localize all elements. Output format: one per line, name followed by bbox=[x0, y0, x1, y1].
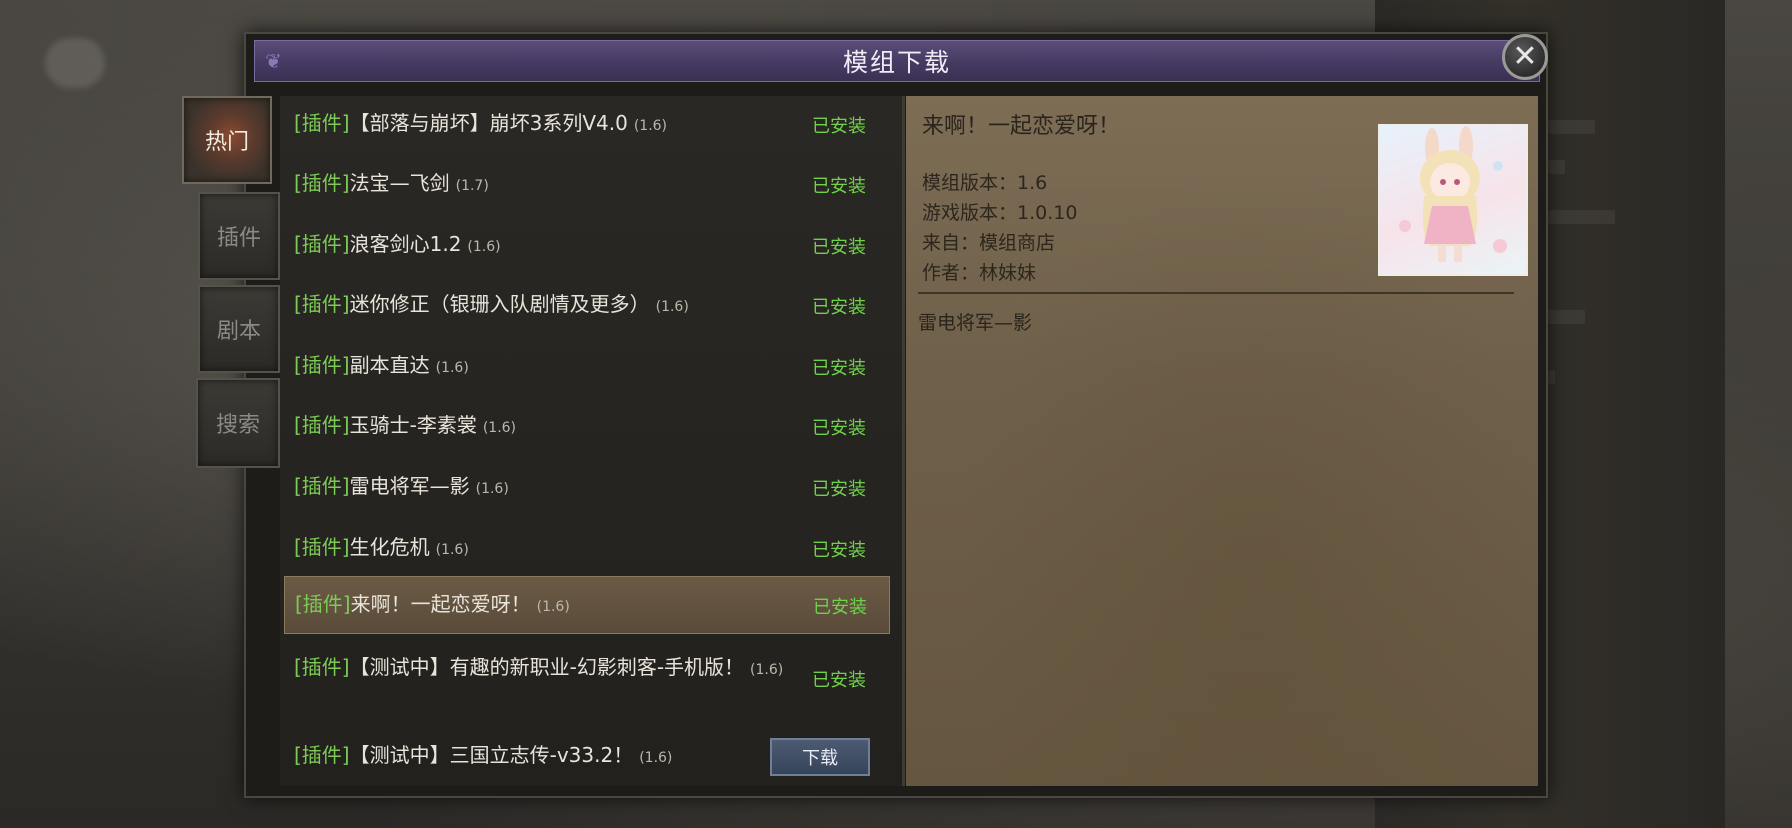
tab-search[interactable]: 搜索 bbox=[196, 378, 280, 468]
mod-meta: 模组版本：1.6 游戏版本：1.0.10 来自：模组商店 作者：林妹妹 bbox=[922, 168, 1077, 288]
mod-description: 雷电将军—影 bbox=[918, 312, 1033, 334]
mod-cover-image bbox=[1378, 124, 1528, 276]
installed-status: 已安装 bbox=[813, 597, 867, 618]
list-item-selected[interactable]: [插件]来啊！一起恋爱呀！ (1.6) 已安装 bbox=[284, 576, 890, 634]
close-icon: ✕ bbox=[1512, 39, 1538, 74]
list-item[interactable]: [插件]玉骑士-李素裳 (1.6) 已安装 bbox=[280, 398, 894, 456]
list-item[interactable]: [插件]【测试中】有趣的新职业-幻影刺客-手机版！ (1.6) 已安装 bbox=[280, 640, 894, 720]
installed-status: 已安装 bbox=[812, 479, 866, 500]
list-item[interactable]: [插件]生化危机 (1.6) 已安装 bbox=[280, 520, 894, 578]
list-item[interactable]: [插件]迷你修正（银珊入队剧情及更多） (1.6) 已安装 bbox=[280, 277, 894, 335]
installed-status: 已安装 bbox=[812, 176, 866, 197]
installed-status: 已安装 bbox=[812, 116, 866, 137]
mod-author: 作者：林妹妹 bbox=[922, 262, 1037, 284]
list-item[interactable]: [插件]雷电将军—影 (1.6) 已安装 bbox=[280, 459, 894, 517]
installed-status: 已安装 bbox=[812, 670, 866, 691]
list-item[interactable]: [插件]副本直达 (1.6) 已安装 bbox=[280, 338, 894, 396]
dialog-titlebar: ❦ 模组下载 ❦ bbox=[254, 40, 1540, 82]
installed-status: 已安装 bbox=[812, 237, 866, 258]
installed-status: 已安装 bbox=[812, 540, 866, 561]
mod-detail-panel: 来啊！一起恋爱呀！ 模组版本：1.6 游戏版本：1.0.10 来自：模组商店 作… bbox=[906, 96, 1538, 786]
installed-status: 已安装 bbox=[812, 358, 866, 379]
mod-detail-title: 来啊！一起恋爱呀！ bbox=[922, 114, 1121, 139]
left-ornament-icon: ❦ bbox=[265, 49, 282, 73]
tab-script[interactable]: 剧本 bbox=[198, 285, 280, 373]
download-button[interactable]: 下载 bbox=[770, 738, 870, 776]
installed-status: 已安装 bbox=[812, 297, 866, 318]
dialog-title: 模组下载 bbox=[842, 48, 951, 77]
close-button[interactable]: ✕ bbox=[1502, 34, 1548, 80]
tab-plugin[interactable]: 插件 bbox=[198, 192, 280, 280]
list-item[interactable]: [插件]浪客剑心1.2 (1.6) 已安装 bbox=[280, 217, 894, 275]
list-item[interactable]: [插件]【部落与崩坏】崩坏3系列V4.0 (1.6) 已安装 bbox=[280, 96, 894, 154]
tab-hot[interactable]: 热门 bbox=[182, 96, 272, 184]
mod-version: 模组版本：1.6 bbox=[922, 172, 1048, 194]
chibi-character-icon bbox=[1399, 126, 1507, 262]
mod-list[interactable]: [插件]【部落与崩坏】崩坏3系列V4.0 (1.6) 已安装 [插件]法宝—飞剑(… bbox=[280, 96, 905, 786]
installed-status: 已安装 bbox=[812, 418, 866, 439]
mod-source: 来自：模组商店 bbox=[922, 232, 1056, 254]
game-version: 游戏版本：1.0.10 bbox=[922, 202, 1078, 224]
list-item[interactable]: [插件]【测试中】三国立志传-v33.2！ (1.6) 下载 bbox=[280, 728, 894, 786]
detail-divider bbox=[918, 292, 1514, 294]
list-item[interactable]: [插件]法宝—飞剑 (1.7) 已安装 bbox=[280, 156, 894, 214]
background-back-arrow-shape bbox=[45, 38, 105, 88]
